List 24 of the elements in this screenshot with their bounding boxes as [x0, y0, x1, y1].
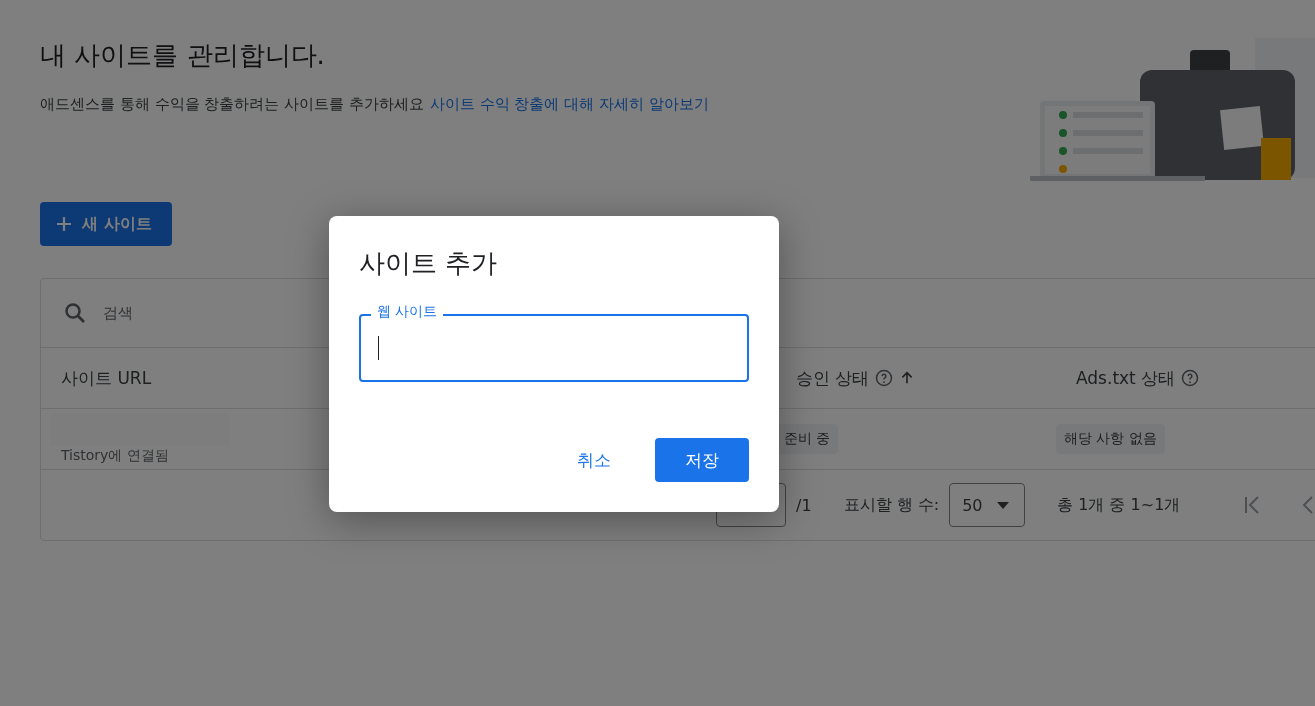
column-header[interactable]: Ads.txt 상태	[1076, 366, 1176, 390]
page-total: /1	[796, 495, 812, 515]
site-note: Tistory에 연결됨	[60, 447, 169, 465]
column-header[interactable]: 승인 상태	[796, 366, 870, 390]
field-label: 웹 사이트	[371, 303, 444, 321]
rows-per-page-select[interactable]: 50	[949, 483, 1026, 527]
dropdown-caret-icon	[996, 501, 1009, 509]
dialog-title: 사이트 추가	[359, 247, 499, 280]
help-icon[interactable]	[875, 369, 894, 387]
new-site-button[interactable]: 새 사이트	[40, 202, 172, 246]
page-title: 내 사이트를 관리합니다.	[40, 39, 326, 72]
help-icon[interactable]	[1181, 369, 1200, 387]
range-text: 총 1개 중 1~1개	[1057, 494, 1181, 516]
search-icon	[63, 301, 87, 325]
status-label: 준비 중	[776, 424, 839, 454]
save-button[interactable]: 저장	[655, 438, 749, 482]
plus-icon	[56, 216, 72, 232]
rows-per-page-label: 표시할 행 수:	[843, 494, 940, 516]
column-header[interactable]: 사이트 URL	[61, 366, 152, 390]
page-description: 애드센스를 통해 수익을 창출하려는 사이트를 추가하세요 사이트 수익 창출에 대해 자세히 알아보기	[40, 95, 709, 114]
learn-more-link[interactable]: 사이트 수익 창출에 대해 자세히 알아보기	[429, 95, 709, 113]
cancel-button[interactable]: 취소	[567, 438, 621, 482]
ads-txt-label: 해당 사항 없음	[1056, 424, 1165, 454]
text-cursor	[378, 336, 379, 360]
